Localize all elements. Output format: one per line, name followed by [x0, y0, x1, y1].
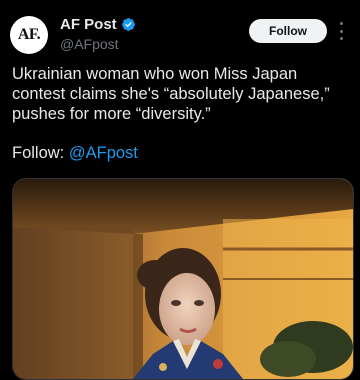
post-text: Ukrainian woman who won Miss Japan conte…	[12, 64, 352, 124]
handle[interactable]: @AFpost	[60, 36, 136, 52]
more-options-icon[interactable]	[336, 22, 346, 40]
avatar[interactable]: AF.	[10, 16, 48, 54]
follow-line: Follow: @AFpost	[12, 143, 138, 163]
author-info: AF Post @AFpost	[60, 15, 136, 52]
post-image[interactable]	[12, 178, 354, 380]
follow-prefix: Follow:	[12, 144, 69, 162]
name-row: AF Post	[60, 15, 136, 34]
photo-illustration	[13, 179, 353, 379]
follow-link[interactable]: @AFpost	[69, 144, 138, 162]
post-header: AF. AF Post @AFpost Follow	[0, 0, 360, 62]
more-dot	[339, 37, 343, 40]
follow-button[interactable]: Follow	[249, 19, 327, 43]
post-body: Ukrainian woman who won Miss Japan conte…	[12, 65, 330, 123]
more-dot	[339, 29, 343, 33]
more-dot	[339, 22, 343, 25]
verified-badge-icon	[121, 17, 136, 32]
display-name[interactable]: AF Post	[60, 16, 117, 33]
